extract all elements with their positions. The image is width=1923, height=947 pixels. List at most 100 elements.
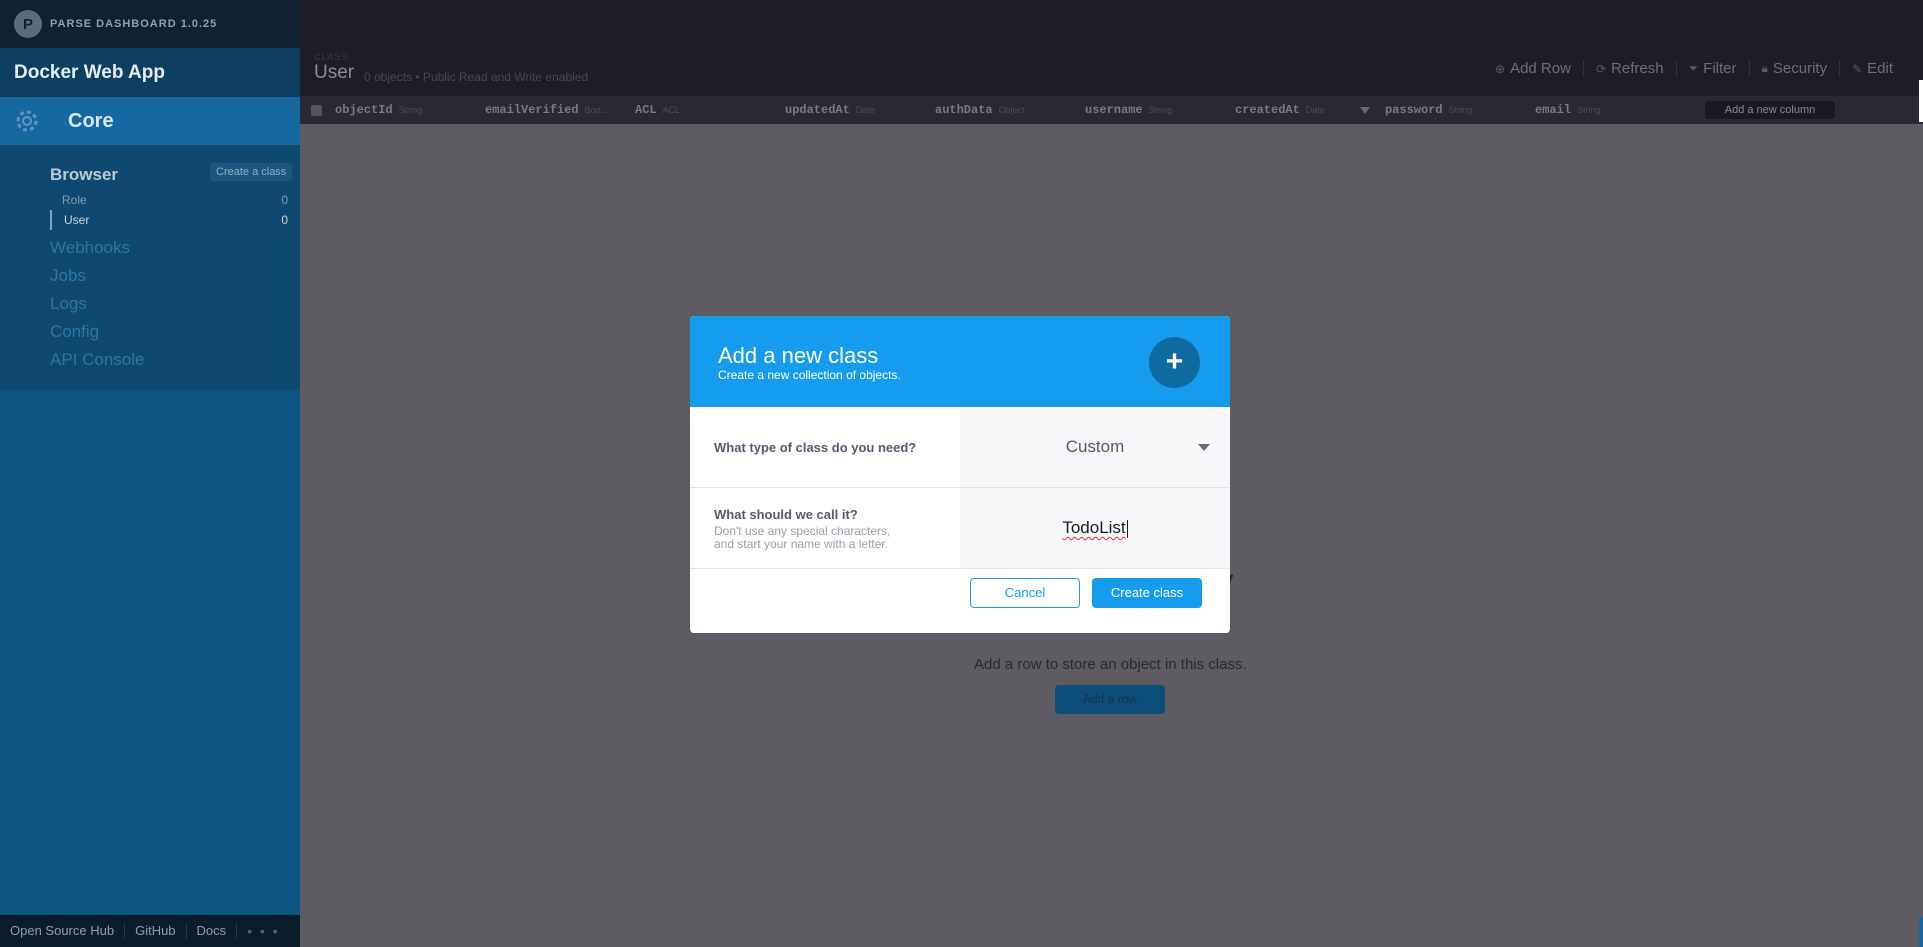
class-type-select[interactable]: Custom [960, 407, 1230, 487]
add-class-modal: Add a new class Create a new collection … [690, 316, 1230, 633]
section-core-label: Core [68, 109, 114, 132]
empty-state-subtitle: Add a row to store an object in this cla… [974, 656, 1247, 673]
column-header-email[interactable]: email String [1535, 103, 1601, 117]
dashboard-version: PARSE DASHBOARD 1.0.25 [50, 18, 218, 30]
plus-circle-icon: ⊕ [1495, 61, 1506, 76]
column-type: String [1577, 105, 1601, 115]
column-header-updatedat[interactable]: updatedAt Date [785, 103, 875, 117]
column-header-row: objectId String emailVerified Boo... ACL AC… [300, 96, 1923, 124]
footer-link-open-source-hub[interactable]: Open Source Hub [0, 923, 126, 939]
filter-label: Filter [1703, 60, 1737, 77]
sidebar-item-config[interactable]: Config [50, 322, 99, 342]
sidebar: P PARSE DASHBOARD 1.0.25 Docker Web App … [0, 0, 300, 947]
sidebar-header: P PARSE DASHBOARD 1.0.25 [0, 0, 300, 48]
gear-icon [16, 110, 38, 132]
edit-label: Edit [1867, 60, 1893, 77]
app-selector[interactable]: Docker Web App [0, 48, 300, 97]
column-name: emailVerified [485, 103, 579, 117]
class-name-field: What should we call it? Don't use any sp… [690, 488, 1230, 569]
sidebar-item-browser[interactable]: Browser [50, 165, 118, 185]
column-type: String [1448, 105, 1473, 115]
column-header-createdat[interactable]: createdAt Date [1235, 103, 1325, 117]
class-subtitle: 0 objects • Public Read and Write enable… [364, 70, 589, 84]
class-type-value: Custom [1065, 437, 1125, 456]
column-name: password [1385, 103, 1443, 117]
refresh-icon: ⟳ [1595, 61, 1607, 76]
column-type: String [1148, 105, 1173, 115]
create-class-button[interactable]: Create a class [210, 163, 293, 181]
more-icon[interactable]: • • • [237, 923, 279, 939]
class-name-input-value: TodoList [960, 518, 1230, 538]
column-name: updatedAt [785, 103, 850, 117]
column-name: ACL [635, 103, 657, 117]
column-name: authData [935, 103, 993, 117]
modal-footer: Cancel Create class [690, 560, 1230, 633]
filter-button[interactable]: ⏷ Filter [1675, 60, 1749, 77]
class-count: 0 [281, 193, 288, 207]
class-name-label: What should we call it? [714, 507, 858, 522]
column-name: objectId [335, 103, 393, 117]
modal-subtitle: Create a new collection of objects. [718, 368, 901, 382]
app-name: Docker Web App [14, 61, 165, 83]
modal-header: Add a new class Create a new collection … [690, 316, 1230, 407]
modal-title: Add a new class [718, 343, 879, 368]
footer-link-docs[interactable]: Docs [187, 923, 238, 939]
column-header-objectid[interactable]: objectId String [335, 103, 422, 117]
refresh-button[interactable]: ⟳ Refresh [1582, 60, 1676, 77]
column-type: String [398, 105, 423, 115]
add-row-button[interactable]: ⊕ Add Row [1483, 60, 1583, 77]
sidebar-item-jobs[interactable]: Jobs [50, 266, 86, 286]
column-type: Date [1305, 105, 1325, 115]
class-name-text: TodoList [1062, 518, 1126, 537]
class-item-role[interactable]: Role 0 [50, 190, 288, 210]
class-name: User [64, 213, 90, 227]
scrollbar-thumb[interactable] [1919, 80, 1923, 122]
column-header-authdata[interactable]: authData Object [935, 103, 1025, 117]
add-row-label: Add Row [1510, 60, 1571, 77]
class-name-input[interactable]: TodoList [960, 488, 1230, 568]
class-name-hint-line2: and start your name with a letter. [714, 537, 889, 551]
class-type-label-area: What type of class do you need? [690, 407, 960, 487]
filter-icon: ⏷ [1688, 61, 1699, 75]
chevron-down-icon [1198, 444, 1210, 451]
cancel-button[interactable]: Cancel [970, 578, 1080, 608]
plus-icon: + [1149, 337, 1200, 388]
column-name: email [1535, 103, 1572, 117]
edit-button[interactable]: ✎ Edit [1839, 60, 1905, 77]
column-header-username[interactable]: username String [1085, 103, 1172, 117]
column-type: ACL [662, 105, 681, 115]
select-all-checkbox[interactable] [311, 105, 322, 116]
footer-link-github[interactable]: GitHub [125, 923, 187, 939]
scrollbar-corner [1919, 917, 1923, 947]
sidebar-item-webhooks[interactable]: Webhooks [50, 238, 130, 258]
class-type-label: What type of class do you need? [714, 440, 917, 455]
class-type-field: What type of class do you need? Custom [690, 407, 1230, 488]
toolbar: ⊕ Add Row ⟳ Refresh ⏷ Filter 🔒︎ Security ✎ Ed… [1483, 60, 1905, 77]
column-type: Date [855, 105, 875, 115]
edit-icon: ✎ [1852, 61, 1863, 76]
sidebar-item-api-console[interactable]: API Console [50, 350, 145, 370]
sidebar-item-logs[interactable]: Logs [50, 294, 87, 314]
refresh-label: Refresh [1611, 60, 1664, 77]
page-title: User [314, 62, 355, 83]
class-name-label-area: What should we call it? Don't use any sp… [690, 488, 960, 568]
lock-icon: 🔒︎ [1761, 61, 1768, 75]
column-header-acl[interactable]: ACL ACL [635, 103, 680, 117]
class-count: 0 [281, 213, 288, 227]
security-button[interactable]: 🔒︎ Security [1748, 60, 1840, 77]
text-caret [1126, 519, 1128, 538]
create-class-submit-button[interactable]: Create class [1092, 578, 1202, 608]
sidebar-menu: Browser Create a class Role 0 User 0 Web… [0, 145, 300, 390]
column-header-password[interactable]: password String [1385, 103, 1472, 117]
column-name: username [1085, 103, 1143, 117]
column-header-emailverified[interactable]: emailVerified Boo... [485, 103, 608, 117]
class-meta-label: CLASS [314, 52, 349, 62]
security-label: Security [1772, 60, 1828, 77]
class-item-user[interactable]: User 0 [50, 210, 288, 230]
column-type: Object [998, 105, 1025, 115]
add-column-button[interactable]: Add a new column [1705, 101, 1835, 119]
add-row-empty-button[interactable]: Add a row [1055, 685, 1165, 714]
sort-descending-icon[interactable] [1360, 107, 1370, 114]
section-core[interactable]: Core [0, 97, 300, 145]
parse-logo-icon[interactable]: P [14, 10, 42, 38]
